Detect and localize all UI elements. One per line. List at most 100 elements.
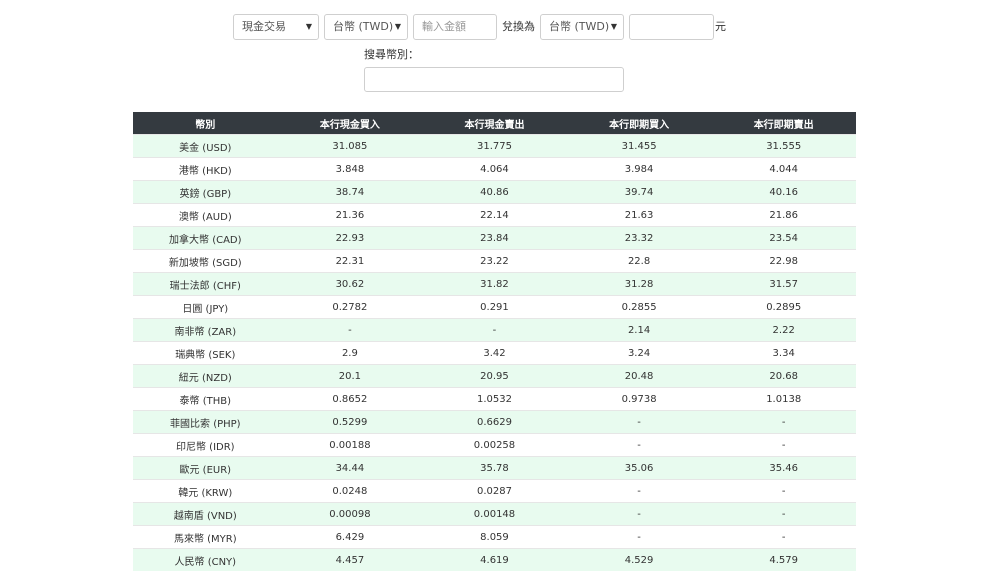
spot-buy-cell: 21.63 [566,203,712,227]
to-currency-select[interactable]: 台幣 (TWD) ▼ [540,14,624,40]
spot-sell-cell: - [711,502,856,526]
table-row: 瑞典幣 (SEK) 2.9 3.42 3.24 3.34 [133,341,856,365]
currency-cell: 印尼幣 (IDR) [133,433,278,457]
header-currency: 幣別 [133,112,278,135]
chevron-down-icon: ▼ [610,22,617,31]
currency-cell: 加拿大幣 (CAD) [133,226,278,250]
cash-sell-cell: 20.95 [422,364,567,388]
currency-search-input[interactable] [364,67,624,92]
spot-buy-cell: - [566,479,712,503]
spot-sell-cell: 21.86 [711,203,856,227]
spot-sell-cell: 23.54 [711,226,856,250]
table-row: 越南盾 (VND) 0.00098 0.00148- - [133,502,856,526]
currency-cell: 瑞士法郎 (CHF) [133,272,278,296]
cash-buy-cell: 38.74 [277,180,423,204]
currency-cell: 瑞典幣 (SEK) [133,341,278,365]
convert-label: 兌換為 [502,20,535,33]
from-currency-select[interactable]: 台幣 (TWD) ▼ [324,14,408,40]
cash-sell-cell: 4.064 [422,157,567,181]
cash-buy-cell: 2.9 [277,341,423,365]
spot-buy-cell: 39.74 [566,180,712,204]
from-currency-value: 台幣 (TWD) [333,20,394,33]
currency-cell: 韓元 (KRW) [133,479,278,503]
table-row: 新加坡幣 (SGD) 22.31 23.22 22.8 22.98 [133,249,856,273]
currency-cell: 英鎊 (GBP) [133,180,278,204]
search-label: 搜尋幣別： [364,48,419,61]
table-row: 印尼幣 (IDR) 0.00188 0.00258- - [133,433,856,457]
cash-buy-cell: 22.31 [277,249,423,273]
table-row: 菲國比索 (PHP) 0.5299 0.6629- - [133,410,856,434]
spot-sell-cell: - [711,433,856,457]
spot-buy-cell: 31.28 [566,272,712,296]
cash-sell-cell: 4.619 [422,548,567,571]
chevron-down-icon: ▼ [305,22,312,31]
table-row: 澳幣 (AUD) 21.36 22.14 21.63 21.86 [133,203,856,227]
cash-sell-cell: 35.78 [422,456,567,480]
spot-buy-cell: 22.8 [566,249,712,273]
amount-placeholder: 輸入金額 [422,20,466,33]
cash-sell-cell: 0.0287 [422,479,567,503]
spot-sell-cell: 31.555 [711,134,856,158]
spot-sell-cell: 22.98 [711,249,856,273]
cash-sell-cell: 40.86 [422,180,567,204]
cash-buy-cell: 0.0248 [277,479,423,503]
trade-type-select[interactable]: 現金交易 ▼ [233,14,319,40]
table-row: 加拿大幣 (CAD) 22.93 23.84 23.32 23.54 [133,226,856,250]
table-row: 馬來幣 (MYR) 6.429 8.059- - [133,525,856,549]
cash-buy-cell: 0.00098 [277,502,423,526]
cash-sell-cell: 1.0532 [422,387,567,411]
currency-cell: 人民幣 (CNY) [133,548,278,571]
cash-buy-cell: 0.2782 [277,295,423,319]
cash-sell-cell: 0.291 [422,295,567,319]
spot-buy-cell: 0.2855 [566,295,712,319]
spot-buy-cell: 3.24 [566,341,712,365]
cash-buy-cell: 4.457 [277,548,423,571]
table-row: 日圓 (JPY) 0.2782 0.291 0.2855 0.2895 [133,295,856,319]
amount-input[interactable]: 輸入金額 [413,14,497,40]
cash-sell-cell: 8.059 [422,525,567,549]
currency-cell: 美金 (USD) [133,134,278,158]
cash-sell-cell: 0.6629 [422,410,567,434]
currency-cell: 南非幣 (ZAR) [133,318,278,342]
cash-sell-cell: 23.22 [422,249,567,273]
table-header-row: 幣別 本行現金買入 本行現金賣出 本行即期買入 本行即期賣出 [133,112,856,135]
spot-buy-cell: - [566,525,712,549]
cash-buy-cell: 34.44 [277,456,423,480]
spot-sell-cell: 31.57 [711,272,856,296]
spot-sell-cell: 0.2895 [711,295,856,319]
spot-sell-cell: - [711,525,856,549]
table-row: 泰幣 (THB) 0.8652 1.0532 0.9738 1.0138 [133,387,856,411]
cash-buy-cell: 22.93 [277,226,423,250]
spot-buy-cell: 3.984 [566,157,712,181]
currency-cell: 港幣 (HKD) [133,157,278,181]
spot-sell-cell: 1.0138 [711,387,856,411]
cash-sell-cell: 31.82 [422,272,567,296]
spot-sell-cell: 35.46 [711,456,856,480]
unit-label: 元 [715,20,726,33]
spot-sell-cell: 3.34 [711,341,856,365]
cash-sell-cell: 22.14 [422,203,567,227]
cash-sell-cell: 0.00148 [422,502,567,526]
cash-sell-cell: 23.84 [422,226,567,250]
currency-cell: 越南盾 (VND) [133,502,278,526]
spot-sell-cell: 4.579 [711,548,856,571]
result-field[interactable] [629,14,714,40]
spot-sell-cell: 20.68 [711,364,856,388]
table-row: 韓元 (KRW) 0.0248 0.0287- - [133,479,856,503]
table-row: 瑞士法郎 (CHF) 30.62 31.82 31.28 31.57 [133,272,856,296]
spot-buy-cell: 31.455 [566,134,712,158]
spot-buy-cell: 23.32 [566,226,712,250]
currency-cell: 馬來幣 (MYR) [133,525,278,549]
currency-cell: 新加坡幣 (SGD) [133,249,278,273]
spot-sell-cell: 4.044 [711,157,856,181]
spot-buy-cell: 2.14 [566,318,712,342]
cash-sell-cell: 31.775 [422,134,567,158]
spot-buy-cell: - [566,502,712,526]
spot-buy-cell: - [566,410,712,434]
cash-buy-cell: 0.8652 [277,387,423,411]
header-spot-buy: 本行即期買入 [566,112,712,135]
exchange-rate-table: 幣別 本行現金買入 本行現金賣出 本行即期買入 本行即期賣出 美金 (USD) 3… [133,112,856,571]
table-row: 英鎊 (GBP) 38.74 40.86 39.74 40.16 [133,180,856,204]
cash-buy-cell: 31.085 [277,134,423,158]
cash-sell-cell: - [422,318,567,342]
